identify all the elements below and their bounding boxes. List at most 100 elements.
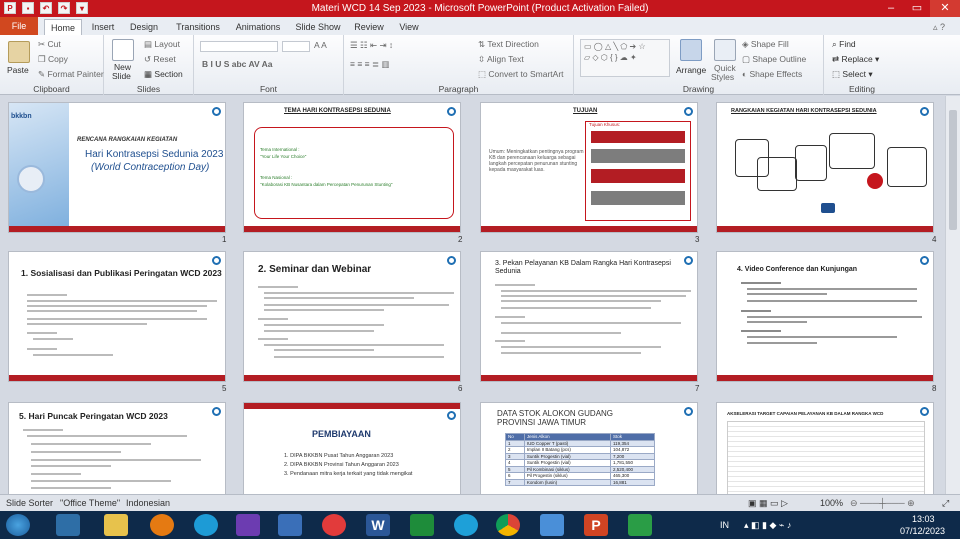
slide-1-title-line1: Hari Kontrasepsi Sedunia 2023 (85, 149, 224, 160)
edge-icon[interactable] (194, 514, 218, 536)
taskbar-app-icon[interactable] (540, 514, 564, 536)
text-direction-button[interactable]: ⇅ Text Direction (478, 39, 539, 50)
file-explorer-icon[interactable] (104, 514, 128, 536)
slide-7-line (501, 290, 691, 292)
close-button[interactable]: ✕ (930, 0, 960, 17)
section-button[interactable]: ▦ Section (144, 69, 183, 80)
powerpoint-taskbar-icon[interactable]: P (584, 514, 608, 536)
start-button-icon[interactable] (6, 514, 30, 536)
arrange-button[interactable]: Arrange (676, 65, 706, 75)
minimize-button[interactable]: – (878, 0, 904, 17)
slide-9-line (31, 465, 111, 467)
quick-styles-line2[interactable]: Styles (711, 72, 734, 82)
font-format-buttons[interactable]: B I U S abc AV Aa (202, 59, 273, 69)
zoom-level[interactable]: 100% (820, 498, 843, 508)
word-icon[interactable]: W (366, 514, 390, 536)
paste-icon[interactable] (8, 41, 30, 63)
slide-number-5: 5 (222, 384, 227, 393)
tab-view[interactable]: View (392, 19, 426, 35)
slide-7-line (495, 316, 525, 318)
align-text-button[interactable]: ⇳ Align Text (478, 54, 524, 65)
slide-7-line (501, 300, 661, 302)
slide-7-line (501, 346, 661, 348)
slide-thumbnail-9[interactable]: 5. Hari Puncak Peringatan WCD 2023 (8, 402, 226, 494)
slide-thumbnail-4[interactable]: RANGKAIAN KEGIATAN HARI KONTRASEPSI SEDU… (716, 102, 934, 233)
paste-button[interactable]: Paste (7, 65, 29, 75)
select-button[interactable]: ⬚ Select ▾ (832, 69, 873, 80)
scrollbar-thumb[interactable] (949, 110, 957, 230)
maximize-button[interactable]: ▭ (904, 0, 930, 17)
media-icon[interactable] (236, 514, 260, 536)
slide-number-1: 1 (222, 235, 227, 244)
cut-button[interactable]: ✂ Cut (38, 39, 61, 50)
tab-design[interactable]: Design (124, 19, 164, 35)
slide-2-theme-nas: "Kolaborasi KB Nusantara dalam Percepata… (260, 182, 393, 187)
chrome-icon[interactable] (496, 514, 520, 536)
fit-window-icon[interactable]: ⤢ (942, 498, 949, 509)
tab-transitions[interactable]: Transitions (170, 19, 226, 35)
input-language[interactable]: IN (720, 520, 729, 530)
tab-slide-show[interactable]: Slide Show (292, 19, 344, 35)
media-player-icon[interactable] (322, 514, 346, 536)
firefox-icon[interactable] (150, 514, 174, 536)
layout-button[interactable]: ▤ Layout (144, 39, 180, 50)
slide-thumbnail-5[interactable]: 1. Sosialisasi dan Publikasi Peringatan … (8, 251, 226, 382)
tab-animations[interactable]: Animations (230, 19, 286, 35)
tab-home[interactable]: Home (44, 19, 82, 35)
taskbar-app-icon[interactable] (628, 514, 652, 536)
select-label: Select (842, 69, 867, 79)
slide-11-title: DATA STOK ALOKON GUDANG PROVINSI JAWA TI… (497, 409, 614, 427)
find-button[interactable]: ⌕ Find (832, 39, 856, 50)
new-slide-button-line2[interactable]: Slide (112, 71, 131, 81)
taskbar-app-icon[interactable] (410, 514, 434, 536)
slide-sorter[interactable]: bkkbn RENCANA RANGKAIAN KEGIATAN Hari Ko… (0, 96, 945, 494)
slide-thumbnail-6[interactable]: 2. Seminar dan Webinar (243, 251, 461, 382)
reset-button[interactable]: ↺ Reset (144, 54, 176, 65)
tab-review[interactable]: Review (350, 19, 388, 35)
vertical-scrollbar[interactable] (945, 96, 960, 494)
slide-thumbnail-2[interactable]: TEMA HARI KONTRASEPSI SEDUNIA Tema Inter… (243, 102, 461, 233)
convert-smartart-button[interactable]: ⬚ Convert to SmartArt (478, 69, 564, 80)
help-icon[interactable]: ▵ ? (924, 19, 954, 35)
font-group-label: Font (259, 84, 277, 94)
slide-thumbnail-1[interactable]: bkkbn RENCANA RANGKAIAN KEGIATAN Hari Ko… (8, 102, 226, 233)
new-slide-icon[interactable] (112, 39, 134, 61)
slide-thumbnail-11[interactable]: DATA STOK ALOKON GUDANG PROVINSI JAWA TI… (480, 402, 698, 494)
grow-font-icon[interactable]: A A (314, 40, 327, 50)
clock-date[interactable]: 07/12/2023 (900, 526, 945, 536)
slide-9-line (31, 473, 81, 475)
arrange-icon[interactable] (680, 39, 702, 61)
slide-thumbnail-7[interactable]: 3. Pekan Pelayanan KB Dalam Rangka Hari … (480, 251, 698, 382)
zoom-slider[interactable]: ⊖ ───┼─── ⊕ (850, 498, 915, 509)
view-buttons[interactable]: ▣ ▦ ▭ ▷ (748, 498, 788, 509)
align-icons[interactable]: ≡ ≡ ≡ ≣ ▥ (350, 59, 389, 70)
layout-label: Layout (154, 39, 180, 49)
copy-button[interactable]: ❐ Copy (38, 54, 68, 65)
taskbar-app-icon[interactable] (278, 514, 302, 536)
status-language[interactable]: Indonesian (126, 498, 170, 508)
clock-time[interactable]: 13:03 (912, 514, 935, 524)
format-painter-button[interactable]: ✎ Format Painter (38, 69, 104, 80)
replace-button[interactable]: ⇄ Replace ▾ (832, 54, 879, 65)
editing-group: ⌕ Find ⇄ Replace ▾ ⬚ Select ▾ Editing (824, 35, 900, 95)
font-family-combo[interactable] (200, 41, 278, 52)
quick-styles-icon[interactable] (714, 39, 736, 61)
slide-thumbnail-10[interactable]: PEMBIAYAAN 1. DIPA BKKBN Pusat Tahun Ang… (243, 402, 461, 494)
font-size-combo[interactable] (282, 41, 310, 52)
slide-thumbnail-8[interactable]: 4. Video Conference dan Kunjungan (716, 251, 934, 382)
slide-6-line (274, 356, 444, 358)
slide-thumbnail-12[interactable]: AKSELERASI TARGET CAPAIAN PELAYANAN KB D… (716, 402, 934, 494)
taskbar-app-icon[interactable] (56, 514, 80, 536)
taskbar-app-icon[interactable] (454, 514, 478, 536)
tab-file[interactable]: File (0, 17, 38, 35)
tab-insert[interactable]: Insert (84, 19, 122, 35)
slide-thumbnail-3[interactable]: TUJUAN Umum: Meningkatkan pentingnya pro… (480, 102, 698, 233)
shape-effects-button[interactable]: ◐ Shape Effects (742, 69, 802, 79)
slide-12-table (727, 421, 925, 494)
shapes-gallery[interactable]: ▭ ◯ △ ╲ ⬠ ➔ ☆ ▱ ◇ ⬡ { } ☁ ✦ (580, 39, 670, 77)
shape-outline-button[interactable]: ▢ Shape Outline (742, 54, 806, 65)
slide-3-logo-icon (684, 107, 693, 116)
shape-fill-button[interactable]: ◈ Shape Fill (742, 39, 789, 50)
tray-icons[interactable]: ▴ ◧ ▮ ◆ ⌁ ♪ (744, 520, 791, 531)
bullets-icons[interactable]: ☰ ☷ ⇤ ⇥ ↕ (350, 40, 393, 51)
